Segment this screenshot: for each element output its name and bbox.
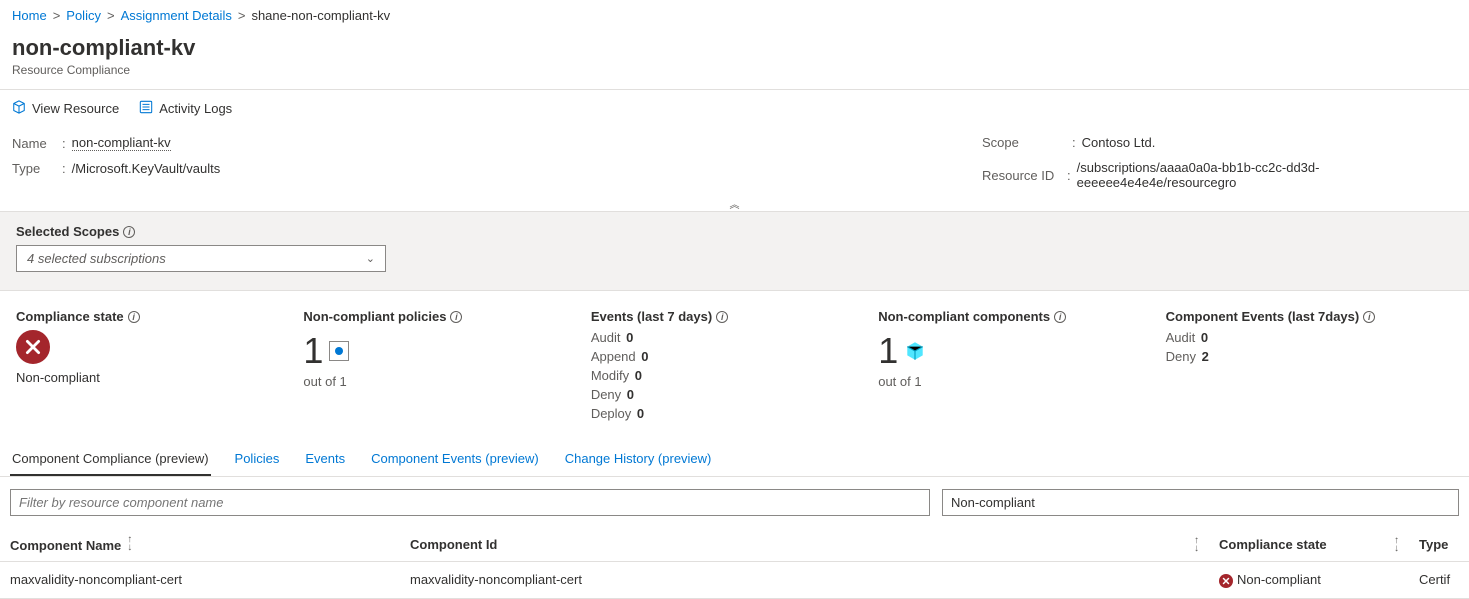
stat-component-events-7d: Component Events (last 7days) Audit 0 De… — [1166, 309, 1453, 425]
prop-scope-value: Contoso Ltd. — [1082, 135, 1156, 150]
info-icon[interactable] — [128, 311, 140, 323]
stat-events-7d: Events (last 7 days) Audit 0 Append 0 Mo… — [591, 309, 878, 425]
prop-resourceid-value: /subscriptions/aaaa0a0a-bb1b-cc2c-dd3d-e… — [1077, 160, 1457, 190]
page-title: non-compliant-kv — [12, 35, 1457, 61]
stats-row: Compliance state Non-compliant Non-compl… — [0, 291, 1469, 443]
info-icon[interactable] — [450, 311, 462, 323]
prop-name-label: Name — [12, 136, 62, 151]
properties: Name : non-compliant-kv Type : /Microsof… — [0, 127, 1469, 202]
selected-scopes-dropdown[interactable]: 4 selected subscriptions ⌄ — [16, 245, 386, 272]
cube-icon — [12, 100, 26, 117]
breadcrumb-current: shane-non-compliant-kv — [251, 8, 390, 23]
stat-compliance-state: Compliance state Non-compliant — [16, 309, 303, 425]
chevron-right-icon: > — [53, 8, 61, 23]
view-resource-button[interactable]: View Resource — [12, 100, 119, 117]
collapse-handle[interactable]: ︽ — [0, 196, 1469, 211]
selected-scopes-band: Selected Scopes 4 selected subscriptions… — [0, 211, 1469, 291]
stat-components-num: 1 — [878, 330, 898, 372]
chevron-right-icon: > — [107, 8, 115, 23]
page-header: non-compliant-kv Resource Compliance — [0, 31, 1469, 81]
cell-component-name: maxvalidity-noncompliant-cert — [0, 562, 400, 599]
sort-icon: ↑↓ — [127, 536, 132, 552]
breadcrumb-policy[interactable]: Policy — [66, 8, 101, 23]
cube-icon — [904, 340, 926, 362]
tab-policies[interactable]: Policies — [233, 443, 282, 476]
events-list: Audit 0 Append 0 Modify 0 Deny 0 Deploy … — [591, 330, 878, 421]
prop-resourceid-label: Resource ID — [982, 168, 1067, 183]
cell-component-id: maxvalidity-noncompliant-cert — [400, 562, 1209, 599]
policy-icon — [329, 341, 349, 361]
tab-component-compliance[interactable]: Component Compliance (preview) — [10, 443, 211, 476]
breadcrumb-assignment[interactable]: Assignment Details — [121, 8, 232, 23]
stat-noncompliant-components: Non-compliant components 1 out of 1 — [878, 309, 1165, 425]
breadcrumb: Home > Policy > Assignment Details > sha… — [0, 0, 1469, 31]
selected-scopes-value: 4 selected subscriptions — [27, 251, 166, 266]
info-icon[interactable] — [1363, 311, 1375, 323]
noncompliant-icon — [1219, 574, 1233, 588]
filter-compliance-state-dropdown[interactable]: Non-compliant — [942, 489, 1459, 516]
prop-type-label: Type — [12, 161, 62, 176]
view-resource-label: View Resource — [32, 101, 119, 116]
stat-noncompliant-policies: Non-compliant policies 1 out of 1 — [303, 309, 590, 425]
toolbar: View Resource Activity Logs — [0, 90, 1469, 127]
page-subtitle: Resource Compliance — [12, 63, 1457, 77]
tabs: Component Compliance (preview) Policies … — [0, 443, 1469, 477]
stat-compliance-value: Non-compliant — [16, 370, 303, 385]
filter-row: Non-compliant — [0, 477, 1469, 528]
prop-type: Type : /Microsoft.KeyVault/vaults — [12, 161, 982, 176]
stat-components-sub: out of 1 — [878, 374, 1165, 389]
prop-resourceid: Resource ID : /subscriptions/aaaa0a0a-bb… — [982, 160, 1457, 190]
prop-scope: Scope : Contoso Ltd. — [982, 135, 1457, 150]
stat-policies-num: 1 — [303, 330, 323, 372]
prop-name: Name : non-compliant-kv — [12, 135, 982, 151]
breadcrumb-home[interactable]: Home — [12, 8, 47, 23]
info-icon[interactable] — [1054, 311, 1066, 323]
list-icon — [139, 100, 153, 117]
cell-compliance-state: Non-compliant — [1209, 562, 1409, 599]
tab-change-history[interactable]: Change History (preview) — [563, 443, 714, 476]
prop-type-value: /Microsoft.KeyVault/vaults — [72, 161, 221, 176]
activity-logs-label: Activity Logs — [159, 101, 232, 116]
noncompliant-icon — [16, 330, 50, 364]
stat-policies-sub: out of 1 — [303, 374, 590, 389]
info-icon[interactable] — [716, 311, 728, 323]
info-icon[interactable] — [123, 226, 135, 238]
tab-component-events[interactable]: Component Events (preview) — [369, 443, 541, 476]
chevron-down-icon: ⌄ — [366, 252, 375, 265]
component-table: Component Name↑↓ Component Id↑↓ Complian… — [0, 528, 1469, 599]
selected-scopes-label: Selected Scopes — [16, 224, 1453, 239]
tab-events[interactable]: Events — [303, 443, 347, 476]
prop-name-value[interactable]: non-compliant-kv — [72, 135, 171, 151]
filter-compliance-state-value: Non-compliant — [951, 495, 1035, 510]
cell-type: Certif — [1409, 562, 1469, 599]
component-events-list: Audit 0 Deny 2 — [1166, 330, 1453, 364]
activity-logs-button[interactable]: Activity Logs — [139, 100, 232, 117]
chevron-right-icon: > — [238, 8, 246, 23]
table-row[interactable]: maxvalidity-noncompliant-cert maxvalidit… — [0, 562, 1469, 599]
filter-component-name-input[interactable] — [10, 489, 930, 516]
prop-scope-label: Scope — [982, 135, 1072, 150]
